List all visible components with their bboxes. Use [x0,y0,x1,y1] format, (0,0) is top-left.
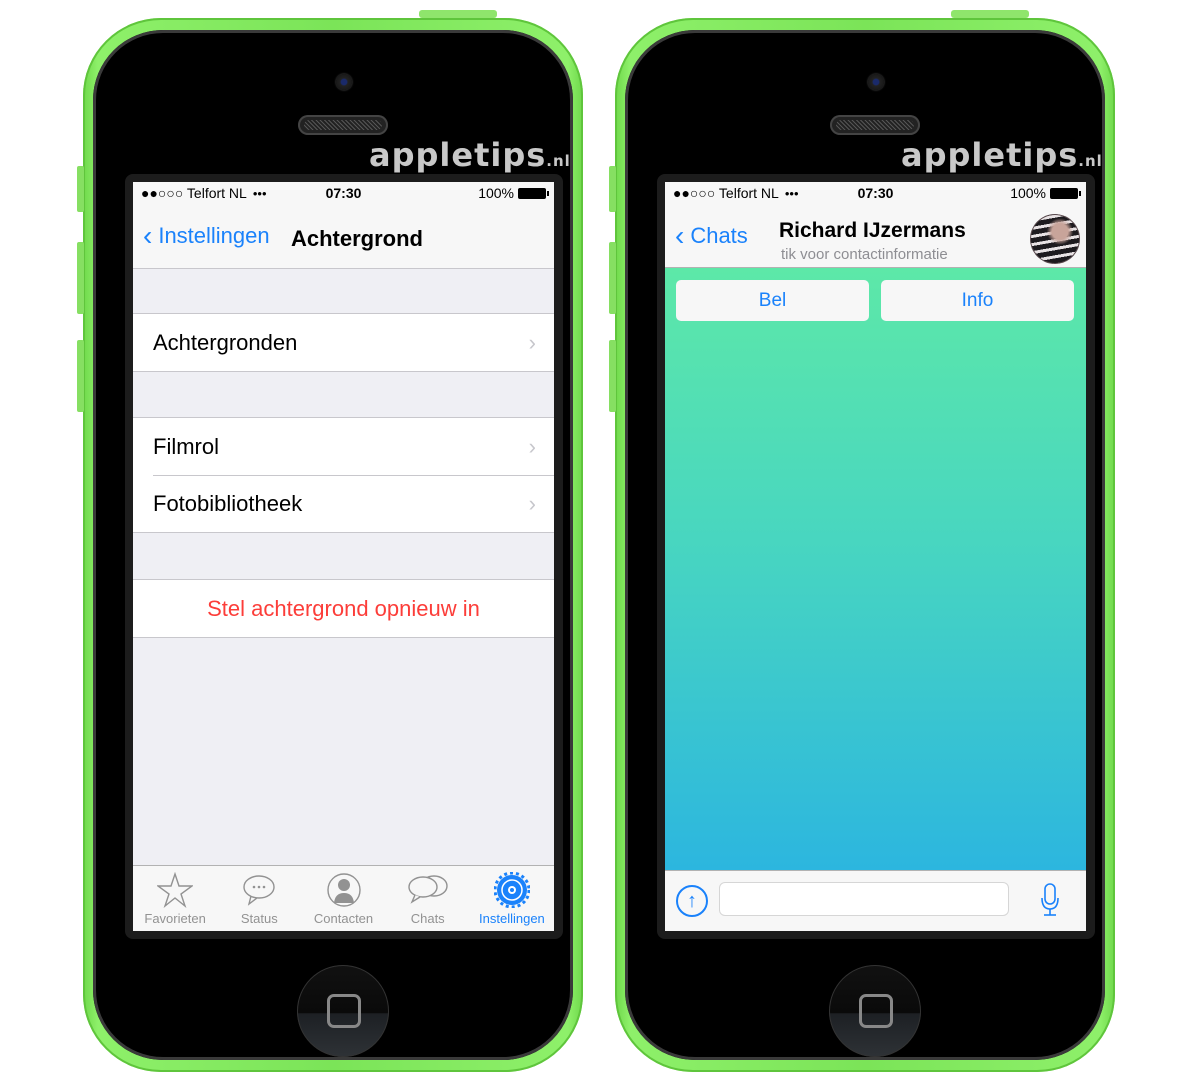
microphone-icon[interactable] [1040,883,1060,917]
home-square-icon [327,994,361,1028]
battery-icon [1050,187,1081,199]
volume-down-button [609,340,616,412]
home-square-icon [859,994,893,1028]
tab-favorieten[interactable]: Favorieten [133,866,217,931]
list-item-fotobibliotheek[interactable]: Fotobibliotheek › [133,475,554,532]
chat-navigation-bar: ●●○○○ Telfort NL ••• 07:30 100% ‹ Chats R… [665,182,1086,268]
page-title: Achtergrond [291,226,423,251]
list-item-filmrol[interactable]: Filmrol › [133,418,554,475]
star-icon [157,872,194,908]
tab-contacten[interactable]: Contacten [301,866,385,931]
volume-down-button [77,340,84,412]
back-button[interactable]: ‹ Chats [675,222,748,250]
list-item-achtergronden[interactable]: Achtergronden › [133,314,554,371]
arrow-up-icon: ↑ [687,890,697,912]
navigation-bar: ●●○○○ Telfort NL ••• 07:30 100% ‹ Instell… [133,182,554,269]
chevron-right-icon: › [528,490,536,516]
person-icon [326,873,361,907]
brand-watermark: appletips.nl [369,136,571,174]
tab-bar: Favorieten Status Contacten Chats Instel… [133,865,554,931]
mute-switch [77,166,84,212]
reset-wallpaper-button[interactable]: Stel achtergrond opnieuw in [133,580,554,637]
phone-shell: appletips.nl ●●○○○ Telfort NL ••• 07:30 1… [77,18,583,1072]
chat-background: Bel Info [665,268,1086,871]
power-button [951,10,1029,18]
battery-status: 100% [478,185,549,201]
speech-bubble-icon [243,875,275,906]
message-input[interactable] [719,882,1009,916]
brand-watermark: appletips.nl [901,136,1103,174]
phone-shell: appletips.nl ●●○○○ Telfort NL ••• 07:30 1… [609,18,1115,1072]
back-button[interactable]: ‹ Instellingen [143,222,270,250]
settings-group: Stel achtergrond opnieuw in [133,579,554,638]
power-button [419,10,497,18]
settings-screen: ●●○○○ Telfort NL ••• 07:30 100% ‹ Instell… [133,182,554,931]
earpiece-speaker [298,115,388,135]
contact-subtitle[interactable]: tik voor contactinformatie [781,246,948,263]
tab-chats[interactable]: Chats [386,866,470,931]
chevron-left-icon: ‹ [675,220,685,251]
call-button[interactable]: Bel [676,280,869,321]
chat-screen: ●●○○○ Telfort NL ••• 07:30 100% ‹ Chats R… [665,182,1086,931]
home-button[interactable] [297,965,389,1057]
phone-face: appletips.nl ●●○○○ Telfort NL ••• 07:30 1… [93,30,573,1060]
tab-instellingen[interactable]: Instellingen [470,866,554,931]
status-bar: ●●○○○ Telfort NL ••• 07:30 100% [133,182,554,204]
contact-name[interactable]: Richard IJzermans [779,219,966,243]
home-button[interactable] [829,965,921,1057]
message-input-bar: ↑ [665,870,1086,931]
chevron-right-icon: › [528,329,536,355]
chats-icon [408,875,448,904]
phone-face: appletips.nl ●●○○○ Telfort NL ••• 07:30 1… [625,30,1105,1060]
status-bar: ●●○○○ Telfort NL ••• 07:30 100% [665,182,1086,204]
tab-status[interactable]: Status [217,866,301,931]
chevron-left-icon: ‹ [143,220,153,251]
camera-icon [336,74,352,90]
phone-right: appletips.nl ●●○○○ Telfort NL ••• 07:30 1… [609,10,1115,1072]
gear-icon [493,872,530,908]
attach-button[interactable]: ↑ [676,885,708,917]
volume-up-button [609,242,616,314]
battery-icon [518,187,549,199]
avatar[interactable] [1030,214,1080,264]
settings-group: Achtergronden › [133,313,554,372]
info-button[interactable]: Info [881,280,1074,321]
volume-up-button [77,242,84,314]
earpiece-speaker [830,115,920,135]
settings-group: Filmrol › Fotobibliotheek › [133,417,554,533]
mute-switch [609,166,616,212]
chevron-right-icon: › [528,433,536,459]
battery-status: 100% [1010,185,1081,201]
camera-icon [868,74,884,90]
phone-left: appletips.nl ●●○○○ Telfort NL ••• 07:30 1… [77,10,583,1072]
